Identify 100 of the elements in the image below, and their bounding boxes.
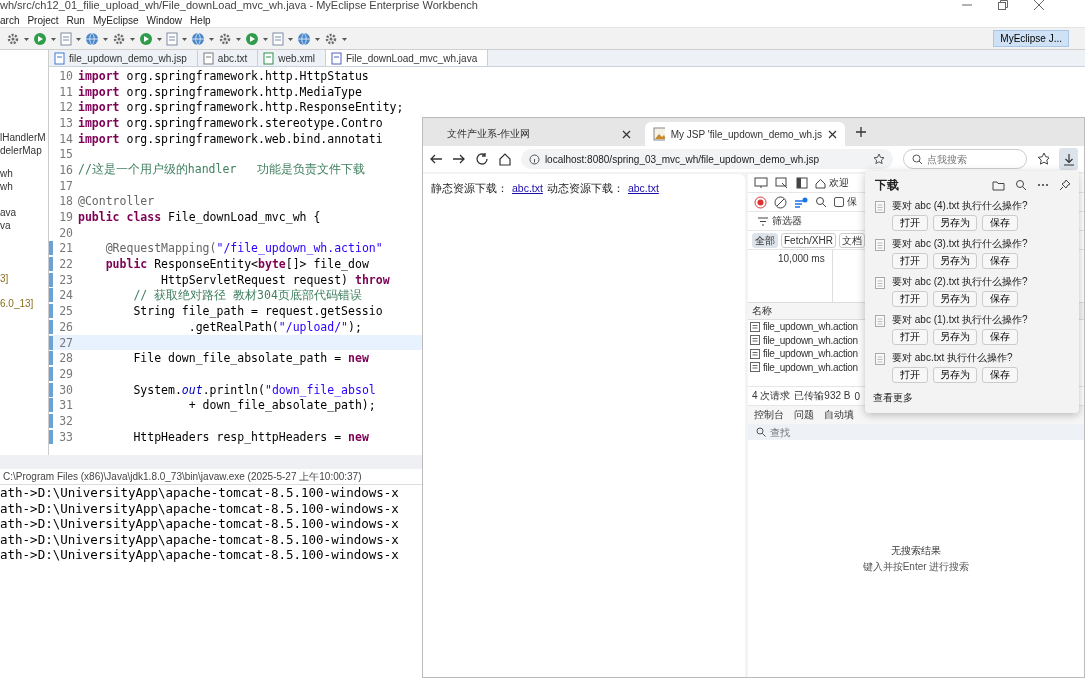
browser-tab[interactable]: 文件产业系-作业网 — [439, 122, 639, 146]
record-icon[interactable] — [754, 195, 767, 209]
menu-item[interactable]: Project — [27, 14, 59, 26]
close-icon[interactable] — [1033, 0, 1045, 10]
tree-item[interactable]: va — [0, 220, 11, 231]
request-name[interactable]: file_updown_wh.action — [763, 321, 858, 333]
download-action-button[interactable]: 打开 — [892, 291, 928, 307]
line-number: 33 — [49, 429, 78, 444]
perspective-button[interactable]: MyEclipse J... — [993, 30, 1069, 47]
dock-icon[interactable] — [796, 177, 808, 189]
download-action-button[interactable]: 保存 — [982, 291, 1018, 307]
menu-item[interactable]: Run — [66, 14, 85, 26]
preserve-log-checkbox[interactable]: 保 — [834, 195, 857, 209]
address-bar[interactable]: localhost:8080/spring_03_mvc_wh/file_updown_demo_wh.jsp — [520, 149, 893, 169]
download-action-button[interactable]: 另存为 — [933, 367, 977, 383]
download-action-button[interactable]: 保存 — [982, 253, 1018, 269]
globe-icon[interactable] — [85, 31, 99, 46]
find-box[interactable]: 查找 — [748, 424, 1084, 440]
download-action-button[interactable]: 另存为 — [933, 215, 977, 231]
pin-icon[interactable] — [1059, 179, 1071, 191]
request-name[interactable]: file_updown_wh.action — [763, 334, 858, 346]
favorites-icon[interactable] — [1036, 152, 1050, 166]
gear-icon[interactable] — [218, 31, 232, 46]
home-icon[interactable] — [497, 152, 511, 166]
search-icon[interactable] — [1015, 179, 1027, 191]
more-icon[interactable] — [1037, 183, 1049, 187]
new-tab-icon[interactable] — [855, 126, 867, 138]
tree-item[interactable]: wh — [0, 181, 13, 192]
gear-icon[interactable] — [112, 31, 126, 46]
tree-item[interactable]: lHandlerM — [0, 132, 46, 143]
editor-tab[interactable]: abc.txt — [197, 50, 259, 66]
tree-item[interactable]: 6.0_13] — [0, 298, 34, 309]
tree-item[interactable]: ava — [0, 207, 17, 218]
menu-item[interactable]: MyEclipse — [92, 14, 139, 26]
device-icon[interactable] — [754, 177, 768, 189]
search-icon[interactable] — [815, 196, 827, 208]
download-action-button[interactable]: 打开 — [892, 367, 928, 383]
download-action-button[interactable]: 另存为 — [933, 253, 977, 269]
filter-chip[interactable]: Fetch/XHR — [781, 232, 836, 248]
editor-tab[interactable]: File_downLoad_mvc_wh.java — [326, 50, 489, 66]
search-field[interactable]: 点我搜索 — [926, 153, 1017, 165]
find-field[interactable]: 查找 — [770, 426, 850, 438]
welcome-tab[interactable]: 欢迎 — [815, 176, 849, 190]
download-action-button[interactable]: 打开 — [892, 215, 928, 231]
download-action-button[interactable]: 另存为 — [933, 329, 977, 345]
download-action-button[interactable]: 打开 — [892, 329, 928, 345]
download-action-button[interactable]: 保存 — [982, 215, 1018, 231]
play-icon[interactable] — [139, 31, 153, 46]
download-action-button[interactable]: 打开 — [892, 253, 928, 269]
globe-icon[interactable] — [191, 31, 205, 46]
gear-icon[interactable] — [324, 31, 338, 46]
close-icon[interactable] — [622, 129, 631, 139]
filter-chip[interactable]: 全部 — [752, 232, 778, 248]
see-more-link[interactable]: 查看更多 — [873, 391, 1079, 405]
menu-item[interactable]: Window — [146, 14, 183, 26]
filter-button[interactable]: 筛选器 — [758, 214, 802, 228]
menu-item[interactable]: Help — [190, 14, 211, 26]
line-number: 15 — [49, 147, 78, 162]
star-icon[interactable] — [872, 153, 885, 165]
inspect-icon[interactable] — [775, 177, 789, 189]
document-icon — [750, 362, 760, 373]
tree-item[interactable]: delerMap — [0, 145, 42, 156]
globe-icon[interactable] — [297, 31, 311, 46]
line-number: 10 — [49, 68, 78, 83]
console-line: ath->D:\UniversityApp\apache-tomcat-8.5.100-windows-x — [0, 516, 399, 531]
request-name[interactable]: file_updown_wh.action — [763, 361, 858, 373]
drawer-tab[interactable]: 控制台 — [754, 408, 784, 422]
code-line: //这是一个用户级的handler 功能是负责文件下载 — [78, 162, 366, 178]
back-arrow-icon[interactable] — [429, 152, 442, 166]
download-action-button[interactable]: 保存 — [982, 329, 1018, 345]
play-icon[interactable] — [33, 31, 47, 46]
editor-tab[interactable]: file_updown_demo_wh.jsp — [49, 50, 198, 66]
drawer-tab[interactable]: 问题 — [794, 408, 814, 422]
play-icon[interactable] — [245, 31, 259, 46]
clear-icon[interactable] — [774, 195, 787, 209]
menu-item[interactable]: arch — [0, 14, 20, 26]
restore-icon[interactable] — [997, 0, 1009, 10]
close-icon[interactable] — [828, 129, 837, 139]
tree-item[interactable]: wh — [0, 168, 13, 179]
gear-icon[interactable] — [6, 31, 20, 46]
file-icon — [202, 51, 214, 65]
empty-title: 无搜索结果 — [891, 543, 941, 558]
forward-arrow-icon[interactable] — [451, 152, 465, 166]
line-number: 27 — [49, 335, 78, 350]
download-button[interactable] — [1059, 148, 1078, 170]
filter-chip[interactable]: 文档 — [838, 232, 865, 248]
drawer-tab[interactable]: 自动填 — [824, 408, 854, 422]
download-link[interactable]: abc.txt — [512, 182, 543, 194]
download-link[interactable]: abc.txt — [627, 182, 659, 194]
editor-tab[interactable]: web.xml — [258, 50, 326, 66]
throttle-icon[interactable] — [794, 195, 808, 209]
request-name[interactable]: file_updown_wh.action — [763, 348, 858, 360]
browser-tab[interactable]: My JSP 'file_updown_demo_wh.js — [645, 122, 845, 146]
code-line: File down_file_absolate_path = new — [132, 351, 369, 366]
code-line: + down_file_absolate_path); — [187, 398, 376, 413]
reload-icon[interactable] — [474, 152, 488, 166]
tree-item[interactable]: 3] — [0, 273, 9, 284]
download-action-button[interactable]: 另存为 — [933, 291, 977, 307]
download-action-button[interactable]: 保存 — [982, 367, 1018, 383]
folder-icon[interactable] — [992, 179, 1005, 191]
